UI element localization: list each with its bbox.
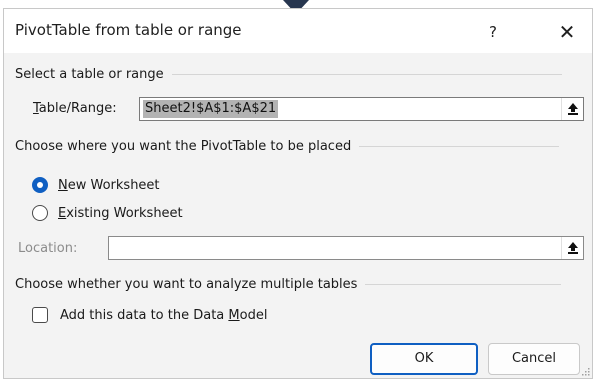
section-label-analyze: Choose whether you want to analyze multi… xyxy=(15,276,358,292)
section-label-placement: Choose where you want the PivotTable to … xyxy=(15,138,352,154)
section-select-range: Select a table or range xyxy=(15,65,562,83)
location-label: Location: xyxy=(18,241,78,256)
location-collapse-button[interactable] xyxy=(561,237,583,259)
collapse-dialog-icon xyxy=(567,242,578,254)
section-divider xyxy=(359,145,560,147)
data-model-checkbox[interactable] xyxy=(32,307,48,323)
location-input[interactable] xyxy=(108,236,584,260)
resize-grip-icon[interactable] xyxy=(580,366,590,376)
radio-existing-worksheet[interactable]: Existing Worksheet xyxy=(32,203,183,223)
dialog-title: PivotTable from table or range xyxy=(15,21,242,39)
section-placement: Choose where you want the PivotTable to … xyxy=(15,137,560,155)
title-bar: PivotTable from table or range ? ✕ xyxy=(4,9,592,53)
radio-button[interactable] xyxy=(32,205,48,221)
table-range-label: Table/Range: xyxy=(33,101,117,116)
radio-new-worksheet[interactable]: New Worksheet xyxy=(32,175,160,195)
collapse-dialog-icon xyxy=(567,103,578,115)
data-model-checkbox-row[interactable]: Add this data to the Data Model xyxy=(32,305,267,325)
help-button[interactable]: ? xyxy=(470,17,516,47)
radio-button-checked[interactable] xyxy=(32,177,48,193)
section-divider xyxy=(365,283,562,285)
pivottable-dialog: PivotTable from table or range ? ✕ Selec… xyxy=(3,8,593,379)
section-label-select-range: Select a table or range xyxy=(15,66,164,82)
close-button[interactable]: ✕ xyxy=(544,17,590,47)
close-icon: ✕ xyxy=(558,20,576,44)
cancel-button[interactable]: Cancel xyxy=(488,343,580,375)
table-range-input[interactable]: Sheet2!$A$1:$A$21 xyxy=(139,97,584,121)
ok-button[interactable]: OK xyxy=(370,343,478,375)
table-range-value: Sheet2!$A$1:$A$21 xyxy=(143,100,279,118)
section-analyze: Choose whether you want to analyze multi… xyxy=(15,275,562,293)
data-model-checkbox-label: Add this data to the Data Model xyxy=(60,307,268,323)
table-range-collapse-button[interactable] xyxy=(561,98,583,120)
section-divider xyxy=(171,73,562,75)
radio-label-new-worksheet: New Worksheet xyxy=(58,177,160,193)
radio-label-existing-worksheet: Existing Worksheet xyxy=(58,205,183,221)
